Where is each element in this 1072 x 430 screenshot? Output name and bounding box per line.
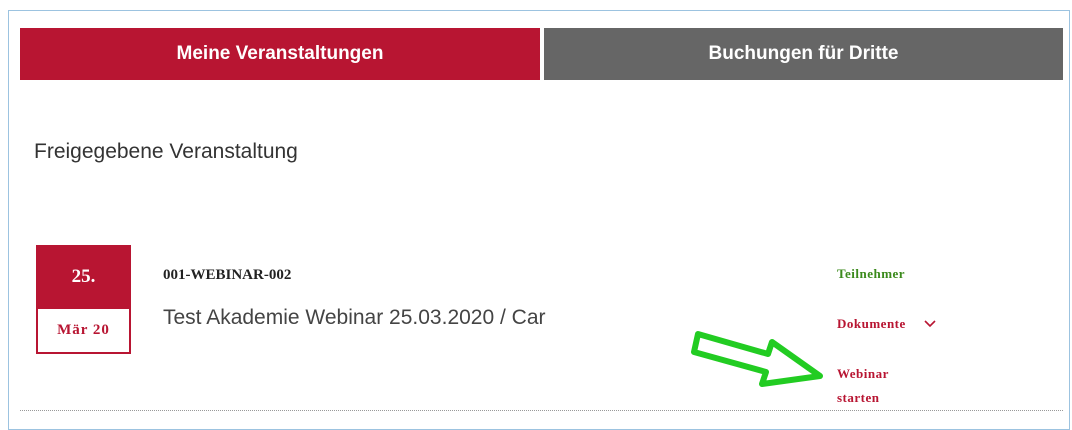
section-title: Freigegebene Veranstaltung (34, 140, 298, 163)
tab-buchungen-fuer-dritte[interactable]: Buchungen für Dritte (544, 28, 1063, 80)
event-code: 001-WEBINAR-002 (163, 267, 292, 283)
date-day: 25. (36, 245, 131, 309)
start-webinar-label-line2: starten (837, 390, 880, 405)
participants-link[interactable]: Teilnehmer (837, 262, 905, 286)
tab-meine-veranstaltungen[interactable]: Meine Veranstaltungen (20, 28, 540, 80)
documents-link[interactable]: Dokumente (837, 312, 936, 337)
documents-label: Dokumente (837, 316, 906, 331)
row-divider (20, 410, 1063, 411)
tab-bar: Meine Veranstaltungen Buchungen für Drit… (20, 28, 1063, 80)
start-webinar-link[interactable]: Webinar starten (837, 362, 927, 410)
event-title[interactable]: Test Akademie Webinar 25.03.2020 / Car (163, 306, 546, 330)
start-webinar-label-line1: Webinar (837, 366, 889, 381)
arrow-annotation-icon (691, 331, 823, 387)
chevron-down-icon (923, 313, 936, 337)
date-badge: 25. Mär 20 (36, 245, 131, 357)
date-month: Mär 20 (36, 309, 131, 354)
